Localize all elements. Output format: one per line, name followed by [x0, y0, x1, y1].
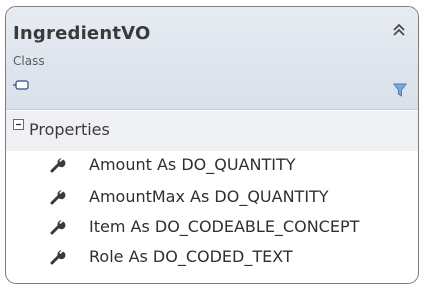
class-name[interactable]: IngredientVO [13, 23, 150, 44]
property-row[interactable]: Amount As DO_QUANTITY [6, 151, 418, 179]
minus-box-icon[interactable] [13, 119, 24, 130]
filter-funnel-icon[interactable] [392, 82, 408, 98]
property-row[interactable]: Item As DO_CODEABLE_CONCEPT [6, 213, 418, 241]
property-label: Amount As DO_QUANTITY [89, 155, 296, 174]
properties-compartment-label: Properties [29, 120, 110, 139]
class-shape[interactable]: IngredientVO Class Properties Amount As … [5, 6, 419, 284]
wrench-icon [50, 158, 66, 173]
property-label: AmountMax As DO_QUANTITY [89, 187, 329, 206]
class-shape-icon [13, 80, 29, 90]
class-header[interactable]: IngredientVO Class [6, 7, 418, 110]
wrench-icon [50, 220, 66, 235]
wrench-icon [50, 190, 66, 205]
class-stereotype: Class [13, 54, 45, 68]
property-row[interactable]: AmountMax As DO_QUANTITY [6, 183, 418, 211]
property-label: Item As DO_CODEABLE_CONCEPT [89, 217, 360, 236]
wrench-icon [50, 250, 66, 265]
double-chevron-up-icon[interactable] [390, 21, 408, 39]
property-row[interactable]: Role As DO_CODED_TEXT [6, 243, 418, 271]
property-label: Role As DO_CODED_TEXT [89, 247, 293, 266]
